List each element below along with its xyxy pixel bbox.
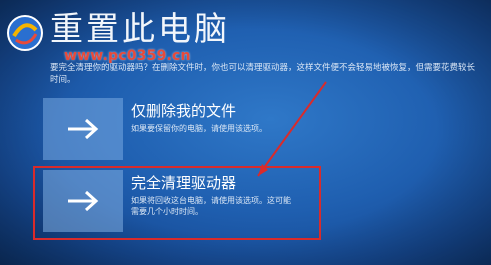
annotation-arrow-icon (257, 81, 327, 177)
